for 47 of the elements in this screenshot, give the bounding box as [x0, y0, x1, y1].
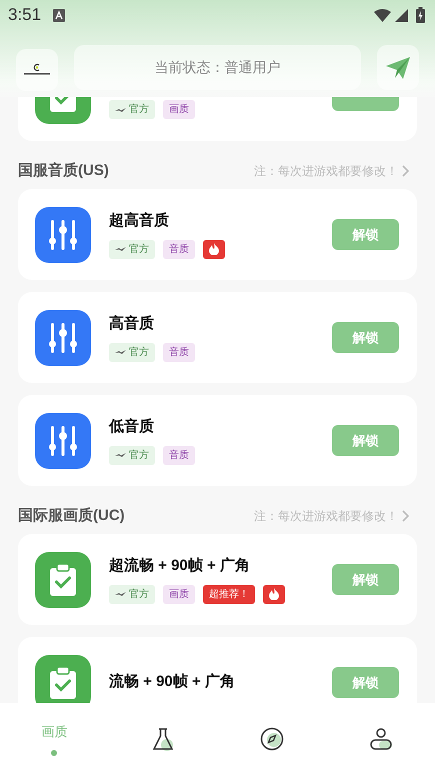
note-link[interactable]: 注：每次进游戏都要修改！: [254, 507, 409, 525]
item-title: 超流畅 + 90帧 + 广角: [109, 556, 251, 576]
wifi-icon: [374, 8, 391, 22]
clock: 3:51: [8, 4, 42, 26]
section-title: 国际服画质(UC): [18, 506, 125, 526]
clipboard-check-app-icon: [35, 552, 91, 608]
paper-plane-icon: [386, 56, 410, 78]
equalizer-app-icon: [35, 412, 91, 468]
chevron-right-icon: [402, 510, 409, 522]
official-tag: 官方: [109, 446, 155, 465]
section-title: 国服音质(US): [18, 160, 109, 181]
official-tag: 官方: [109, 240, 155, 259]
send-button[interactable]: [377, 45, 419, 90]
category-tag: 画质: [163, 584, 195, 604]
unlock-button[interactable]: 解锁: [332, 219, 399, 250]
signal-icon: [395, 8, 408, 22]
unlock-button[interactable]: 解锁: [332, 322, 399, 353]
item-title: 流畅 + 90帧 + 广角: [109, 672, 236, 692]
category-tag: 音质: [163, 446, 195, 465]
recommend-tag: 超推荐！: [203, 584, 255, 604]
equalizer-app-icon: [35, 206, 91, 262]
notification-icon: [53, 8, 66, 22]
active-dot: [51, 750, 58, 756]
person-icon: [368, 727, 393, 751]
compass-icon: [260, 727, 284, 751]
item-title: 低音质: [109, 417, 155, 438]
logo-icon: [22, 63, 52, 77]
note-link[interactable]: 注：每次进游戏都要修改！: [254, 162, 409, 180]
flame-icon: [269, 588, 279, 600]
category-tag: 画质: [163, 100, 195, 119]
chevron-right-icon: [402, 165, 409, 177]
category-tag: 音质: [163, 342, 195, 362]
item-title: 超高音质: [109, 211, 170, 232]
logo[interactable]: [16, 49, 58, 91]
item-title: 高音质: [109, 314, 155, 334]
battery-icon: [416, 7, 425, 23]
unlock-button[interactable]: 解锁: [332, 425, 399, 456]
official-tag: 官方: [109, 584, 155, 604]
status-field[interactable]: 当前状态：普通用户: [74, 45, 361, 90]
category-tag: 音质: [163, 240, 195, 259]
equalizer-app-icon: [35, 310, 91, 366]
unlock-button[interactable]: 解锁: [332, 564, 399, 595]
official-tag: 官方: [109, 342, 155, 362]
flask-icon: [151, 727, 176, 751]
official-tag: 官方: [109, 100, 155, 119]
flame-icon: [209, 243, 219, 256]
unlock-button[interactable]: 解锁: [332, 667, 399, 698]
